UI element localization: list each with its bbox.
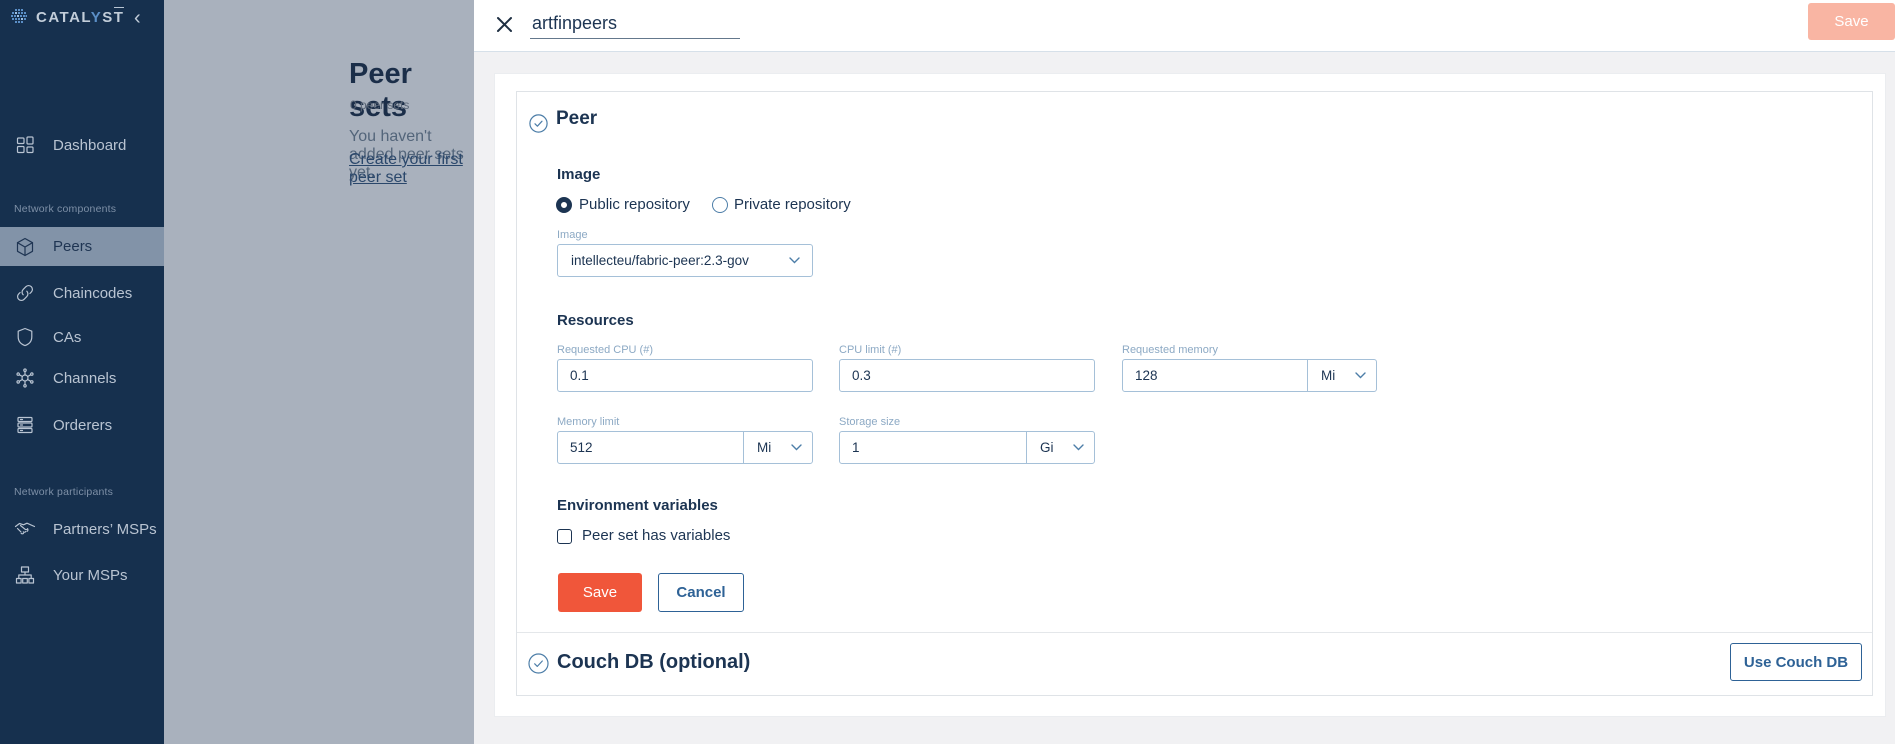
sidebar-item-label: Your MSPs bbox=[53, 567, 127, 584]
use-couchdb-button[interactable]: Use Couch DB bbox=[1730, 643, 1862, 681]
storage-size-input[interactable] bbox=[839, 431, 1027, 464]
brand-name: CATALYST bbox=[36, 9, 124, 26]
sidebar-item-label: CAs bbox=[53, 329, 81, 346]
sidebar-item-label: Partners’ MSPs bbox=[53, 521, 157, 538]
form-save-button[interactable]: Save bbox=[558, 573, 642, 612]
storage-size-group: Gi bbox=[839, 431, 1095, 464]
form-cancel-button[interactable]: Cancel bbox=[658, 573, 744, 612]
peer-section-title: Peer bbox=[556, 108, 597, 130]
peer-set-name-input[interactable] bbox=[530, 8, 740, 39]
memory-limit-unit-value: Mi bbox=[757, 440, 771, 455]
sidebar-item-label: Peers bbox=[53, 238, 92, 255]
storage-size-label: Storage size bbox=[839, 416, 900, 428]
sidebar-collapse-icon[interactable]: ‹ bbox=[134, 8, 141, 28]
sidebar-item-label: Channels bbox=[53, 370, 116, 387]
sidebar-item-your-msps[interactable]: Your MSPs bbox=[0, 557, 164, 593]
chevron-down-icon bbox=[1355, 372, 1366, 379]
chevron-down-icon bbox=[1073, 444, 1084, 451]
storage-size-unit-value: Gi bbox=[1040, 440, 1054, 455]
close-icon bbox=[496, 16, 513, 33]
requested-memory-label: Requested memory bbox=[1122, 344, 1218, 356]
sidebar-item-peers[interactable]: Peers bbox=[0, 227, 164, 266]
environment-variables-heading: Environment variables bbox=[557, 497, 718, 514]
peer-section-check-icon bbox=[529, 114, 548, 138]
catalyst-logo-icon bbox=[9, 7, 29, 27]
peer-set-has-variables-label[interactable]: Peer set has variables bbox=[582, 527, 730, 544]
create-first-peer-set-link[interactable]: Create your first peer set bbox=[349, 151, 474, 187]
private-repository-label[interactable]: Private repository bbox=[734, 196, 851, 213]
requested-memory-group: Mi bbox=[1122, 359, 1377, 392]
network-hub-icon bbox=[14, 367, 36, 389]
storage-size-unit-select[interactable]: Gi bbox=[1026, 431, 1095, 464]
server-stack-icon bbox=[14, 414, 36, 436]
private-repository-radio[interactable] bbox=[712, 197, 728, 213]
close-editor-button[interactable] bbox=[490, 10, 518, 38]
public-repository-radio[interactable] bbox=[556, 197, 572, 213]
sidebar-item-label: Chaincodes bbox=[53, 285, 132, 302]
peer-set-has-variables-checkbox[interactable] bbox=[557, 529, 572, 544]
handshake-icon bbox=[14, 518, 36, 540]
image-select-value: intellecteu/fabric-peer:2.3-gov bbox=[571, 253, 749, 268]
public-repository-label[interactable]: Public repository bbox=[579, 196, 690, 213]
sidebar-section-network-participants: Network participants bbox=[14, 486, 113, 498]
image-select[interactable]: intellecteu/fabric-peer:2.3-gov bbox=[557, 244, 813, 277]
requested-memory-unit-value: Mi bbox=[1321, 368, 1335, 383]
couchdb-section-check-icon bbox=[528, 653, 549, 679]
sidebar-item-label: Dashboard bbox=[53, 137, 126, 154]
image-heading: Image bbox=[557, 166, 600, 183]
requested-cpu-label: Requested CPU (#) bbox=[557, 344, 653, 356]
requested-cpu-input[interactable] bbox=[557, 359, 813, 392]
dashboard-icon bbox=[14, 134, 36, 156]
cpu-limit-label: CPU limit (#) bbox=[839, 344, 901, 356]
sidebar-item-partners-msps[interactable]: Partners’ MSPs bbox=[0, 511, 164, 547]
chain-link-icon bbox=[14, 282, 36, 304]
page-title: Peer sets bbox=[349, 58, 474, 124]
sidebar-item-label: Orderers bbox=[53, 417, 112, 434]
org-hierarchy-icon bbox=[14, 564, 36, 586]
couchdb-section-title: Couch DB (optional) bbox=[557, 651, 750, 674]
cube-icon bbox=[14, 236, 36, 258]
shield-icon bbox=[14, 326, 36, 348]
sidebar: CATALYST ‹ Dashboard Network components … bbox=[0, 0, 164, 744]
brand-logo: CATALYST bbox=[9, 7, 124, 27]
memory-limit-label: Memory limit bbox=[557, 416, 619, 428]
sidebar-item-dashboard[interactable]: Dashboard bbox=[0, 127, 164, 163]
sidebar-item-cas[interactable]: CAs bbox=[0, 319, 164, 355]
section-divider bbox=[517, 632, 1872, 633]
chevron-down-icon bbox=[789, 257, 800, 264]
memory-limit-group: Mi bbox=[557, 431, 813, 464]
peer-sets-list-pane: Peer sets 0 peer sets You haven't added … bbox=[164, 0, 474, 744]
chevron-down-icon bbox=[791, 444, 802, 451]
sidebar-item-chaincodes[interactable]: Chaincodes bbox=[0, 275, 164, 311]
memory-limit-unit-select[interactable]: Mi bbox=[743, 431, 813, 464]
image-select-label: Image bbox=[557, 229, 588, 241]
requested-memory-unit-select[interactable]: Mi bbox=[1307, 359, 1377, 392]
app-window: CATALYST ‹ Dashboard Network components … bbox=[0, 0, 1895, 744]
sidebar-item-orderers[interactable]: Orderers bbox=[0, 407, 164, 443]
resources-heading: Resources bbox=[557, 312, 634, 329]
peer-sets-count: 0 peer sets bbox=[350, 98, 409, 112]
memory-limit-input[interactable] bbox=[557, 431, 744, 464]
cpu-limit-input[interactable] bbox=[839, 359, 1095, 392]
requested-memory-input[interactable] bbox=[1122, 359, 1308, 392]
sidebar-section-network-components: Network components bbox=[14, 203, 116, 215]
sidebar-item-channels[interactable]: Channels bbox=[0, 360, 164, 396]
topbar-save-button[interactable]: Save bbox=[1808, 3, 1895, 40]
